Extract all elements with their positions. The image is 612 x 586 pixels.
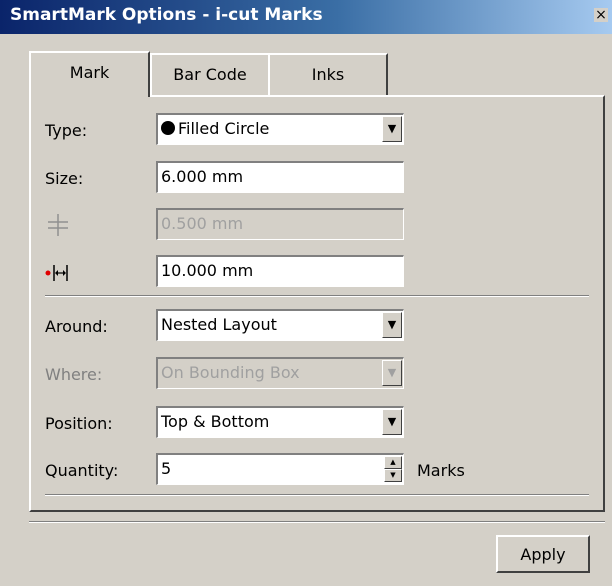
around-label: Around: xyxy=(45,317,108,336)
tab-bar-code-label: Bar Code xyxy=(173,65,247,84)
quantity-spin-buttons[interactable]: ▲ ▼ xyxy=(384,456,402,482)
quantity-value: 5 xyxy=(161,459,172,478)
position-label: Position: xyxy=(45,414,113,433)
title-bar[interactable]: SmartMark Options - i-cut Marks × xyxy=(0,0,612,34)
type-label: Type: xyxy=(45,121,88,140)
tab-inks[interactable]: Inks xyxy=(268,53,388,95)
mark-distance-input[interactable]: 10.000 mm xyxy=(156,255,404,287)
tab-mark[interactable]: Mark xyxy=(29,51,150,97)
footer-divider xyxy=(29,521,605,523)
quantity-stepper[interactable]: 5 ▲ ▼ xyxy=(156,453,404,485)
mark-tab-panel: Type: Filled Circle ▼ Size: 6.000 mm 0.5… xyxy=(29,95,605,512)
chevron-down-icon[interactable]: ▼ xyxy=(382,312,402,338)
horizontal-distance-icon xyxy=(45,265,68,281)
around-select-value: Nested Layout xyxy=(161,315,277,334)
close-icon[interactable]: × xyxy=(594,8,608,22)
where-label: Where: xyxy=(45,365,103,384)
where-select[interactable]: On Bounding Box ▼ xyxy=(156,357,404,389)
section-divider xyxy=(45,295,589,297)
filled-circle-icon xyxy=(161,121,175,135)
type-select-value: Filled Circle xyxy=(178,119,270,138)
chevron-down-icon[interactable]: ▼ xyxy=(382,116,402,142)
position-select-value: Top & Bottom xyxy=(161,412,270,431)
section-divider-bottom xyxy=(45,494,589,496)
line-offset-input[interactable]: 0.500 mm xyxy=(156,208,404,240)
spin-down-icon[interactable]: ▼ xyxy=(384,469,402,482)
chevron-down-icon[interactable]: ▼ xyxy=(382,409,402,435)
position-select[interactable]: Top & Bottom ▼ xyxy=(156,406,404,438)
size-input[interactable]: 6.000 mm xyxy=(156,161,404,193)
quantity-label: Quantity: xyxy=(45,461,119,480)
tab-mark-label: Mark xyxy=(69,63,110,82)
spin-up-icon[interactable]: ▲ xyxy=(384,456,402,469)
where-select-value: On Bounding Box xyxy=(161,363,300,382)
chevron-down-icon[interactable]: ▼ xyxy=(382,360,402,386)
crosshair-offset-icon xyxy=(48,214,68,236)
around-select[interactable]: Nested Layout ▼ xyxy=(156,309,404,341)
quantity-unit: Marks xyxy=(417,461,465,480)
tab-bar-code[interactable]: Bar Code xyxy=(150,53,270,95)
size-label: Size: xyxy=(45,169,84,188)
type-select[interactable]: Filled Circle ▼ xyxy=(156,113,404,145)
apply-button[interactable]: Apply xyxy=(496,535,590,573)
tab-inks-label: Inks xyxy=(311,65,345,84)
window-title: SmartMark Options - i-cut Marks xyxy=(10,5,323,25)
